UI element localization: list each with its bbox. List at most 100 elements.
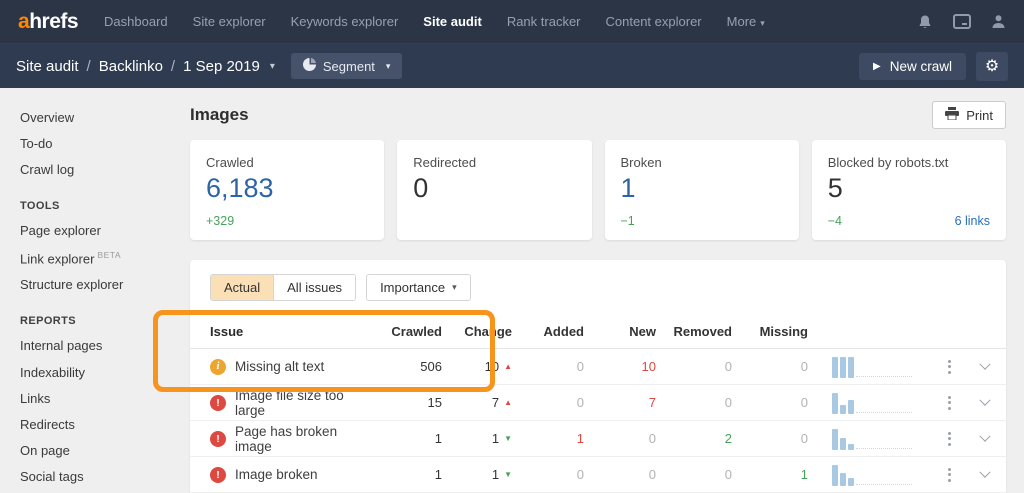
table-row-page-has-broken-image: !Page has broken image 1 1 1 0 2 0 xyxy=(190,421,1006,457)
breadcrumb-separator: / xyxy=(171,58,175,75)
card-crawled: Crawled 6,183 +329 xyxy=(190,140,384,240)
kebab-menu-icon[interactable] xyxy=(934,464,964,486)
card-value: 5 xyxy=(828,173,990,204)
removed-value: 2 xyxy=(656,431,732,446)
nav-more[interactable]: More▾ xyxy=(727,14,765,29)
links-link[interactable]: 6 links xyxy=(955,214,990,228)
history-sparkline xyxy=(808,464,926,486)
expand-chevron-icon[interactable] xyxy=(979,430,990,441)
issue-name[interactable]: Image broken xyxy=(235,467,318,482)
nav-site-explorer[interactable]: Site explorer xyxy=(193,14,266,29)
sidebar-item-structure-explorer[interactable]: Structure explorer xyxy=(20,271,175,297)
col-change: Change xyxy=(442,324,512,339)
tab-all-issues[interactable]: All issues xyxy=(273,275,355,300)
new-value: 0 xyxy=(584,467,656,482)
bell-icon[interactable] xyxy=(917,14,933,30)
segment-button[interactable]: Segment ▾ xyxy=(291,53,403,79)
history-sparkline xyxy=(808,356,926,378)
issues-table: Issue Crawled Change Added New Removed M… xyxy=(190,315,1006,493)
trend-arrow-icon xyxy=(504,435,512,443)
table-header-row: Issue Crawled Change Added New Removed M… xyxy=(190,315,1006,349)
kebab-menu-icon[interactable] xyxy=(934,428,964,450)
sidebar-item-internal-pages[interactable]: Internal pages xyxy=(20,333,175,359)
trend-arrow-icon xyxy=(504,363,512,371)
top-navbar: ahrefs Dashboard Site explorer Keywords … xyxy=(0,0,1024,44)
card-value: 1 xyxy=(621,173,783,204)
trend-arrow-icon xyxy=(504,471,512,479)
logo-letter-a: a xyxy=(18,10,29,33)
card-blocked-by-robots: Blocked by robots.txt 5 −4 6 links xyxy=(812,140,1006,240)
kebab-menu-icon[interactable] xyxy=(934,356,964,378)
user-icon[interactable] xyxy=(991,14,1006,29)
sidebar-item-overview[interactable]: Overview xyxy=(20,104,175,130)
sidebar-item-todo[interactable]: To-do xyxy=(20,130,175,156)
tab-actual[interactable]: Actual xyxy=(211,275,273,300)
importance-dropdown[interactable]: Importance ▾ xyxy=(366,274,471,301)
breadcrumb-crawl-date[interactable]: 1 Sep 2019 xyxy=(183,58,260,75)
chevron-down-icon: ▾ xyxy=(452,282,457,293)
sidebar: Overview To-do Crawl log TOOLS Page expl… xyxy=(0,88,175,493)
issue-name[interactable]: Page has broken image xyxy=(235,424,354,454)
error-icon: ! xyxy=(210,467,226,483)
breadcrumb-project[interactable]: Backlinko xyxy=(99,58,163,75)
nav-content-explorer[interactable]: Content explorer xyxy=(606,14,702,29)
sidebar-item-link-explorer[interactable]: Link explorerBETA xyxy=(20,244,175,272)
col-new: New xyxy=(584,324,656,339)
page-content: Overview To-do Crawl log TOOLS Page expl… xyxy=(0,88,1024,493)
stat-cards: Crawled 6,183 +329 Redirected 0 Broken 1… xyxy=(190,140,1006,240)
kebab-menu-icon[interactable] xyxy=(934,392,964,414)
col-missing: Missing xyxy=(732,324,808,339)
missing-value: 0 xyxy=(732,359,808,374)
added-value: 0 xyxy=(512,467,584,482)
sidebar-item-redirects[interactable]: Redirects xyxy=(20,411,175,437)
change-value: 7 xyxy=(492,395,499,410)
added-value: 1 xyxy=(512,431,584,446)
nav-dashboard[interactable]: Dashboard xyxy=(104,14,168,29)
breadcrumb-site-audit[interactable]: Site audit xyxy=(16,58,79,75)
nav-keywords-explorer[interactable]: Keywords explorer xyxy=(291,14,399,29)
expand-chevron-icon[interactable] xyxy=(979,358,990,369)
removed-value: 0 xyxy=(656,467,732,482)
play-icon: ▶ xyxy=(873,61,881,72)
sidebar-section-reports: REPORTS xyxy=(20,310,175,333)
ahrefs-logo[interactable]: ahrefs xyxy=(18,10,78,34)
issue-name[interactable]: Image file size too large xyxy=(235,388,354,418)
sidebar-item-page-explorer[interactable]: Page explorer xyxy=(20,218,175,244)
expand-chevron-icon[interactable] xyxy=(979,394,990,405)
card-delta: +329 xyxy=(206,214,234,228)
main-area: Images Print Crawled 6,183 +329 Redirect… xyxy=(175,88,1024,493)
change-value: 1 xyxy=(492,467,499,482)
sidebar-item-crawl-log[interactable]: Crawl log xyxy=(20,156,175,182)
nav-site-audit[interactable]: Site audit xyxy=(423,14,482,29)
card-label: Crawled xyxy=(206,155,368,170)
issue-name[interactable]: Missing alt text xyxy=(235,359,324,374)
breadcrumb-separator: / xyxy=(87,58,91,75)
card-delta: −4 xyxy=(828,214,842,228)
issues-panel: Actual All issues Importance ▾ Issue Cra… xyxy=(190,260,1006,493)
nav-rank-tracker[interactable]: Rank tracker xyxy=(507,14,581,29)
importance-label: Importance xyxy=(380,280,445,295)
crawled-value: 506 xyxy=(354,359,442,374)
segment-label: Segment xyxy=(323,59,375,74)
new-crawl-button[interactable]: ▶ New crawl xyxy=(859,53,966,80)
sidebar-item-on-page[interactable]: On page xyxy=(20,438,175,464)
chevron-down-icon[interactable]: ▾ xyxy=(270,61,275,72)
screen-icon[interactable] xyxy=(953,14,971,29)
settings-button[interactable]: ⚙ xyxy=(976,52,1008,81)
new-value: 0 xyxy=(584,431,656,446)
filters-row: Actual All issues Importance ▾ xyxy=(190,274,1006,301)
change-value: 10 xyxy=(485,359,499,374)
chevron-down-icon: ▾ xyxy=(760,18,765,28)
sidebar-item-social-tags[interactable]: Social tags xyxy=(20,464,175,490)
sidebar-item-indexability[interactable]: Indexability xyxy=(20,359,175,385)
col-added: Added xyxy=(512,324,584,339)
added-value: 0 xyxy=(512,359,584,374)
title-row: Images Print xyxy=(190,98,1006,132)
col-crawled: Crawled xyxy=(354,324,442,339)
info-icon: i xyxy=(210,359,226,375)
print-button[interactable]: Print xyxy=(932,101,1006,129)
sidebar-item-links[interactable]: Links xyxy=(20,385,175,411)
history-sparkline xyxy=(808,392,926,414)
expand-chevron-icon[interactable] xyxy=(979,466,990,477)
error-icon: ! xyxy=(210,431,226,447)
